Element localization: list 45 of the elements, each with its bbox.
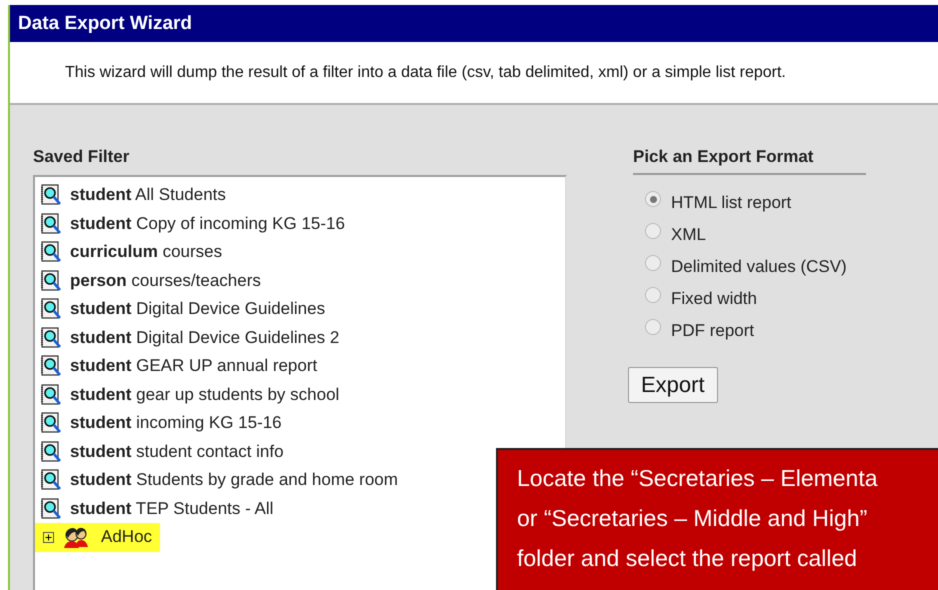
radio-button[interactable]	[645, 191, 661, 207]
folder-item[interactable]: AdHoc	[35, 523, 160, 552]
filter-item[interactable]: student Digital Device Guidelines 2	[70, 328, 340, 348]
magnifier-page-icon	[40, 184, 62, 206]
magnifier-page-icon	[40, 355, 62, 378]
magnifier-page-icon	[40, 298, 62, 320]
filter-item[interactable]: student Digital Device Guidelines	[70, 299, 326, 320]
filter-item[interactable]: student Copy of incoming KG 15-16	[70, 214, 345, 234]
magnifier-page-icon	[40, 440, 62, 463]
magnifier-page-icon	[40, 498, 62, 520]
radio-button[interactable]	[645, 287, 661, 303]
radio-button[interactable]	[645, 223, 661, 239]
callout-text: Locate the “Secretaries – Elementa	[517, 464, 879, 493]
format-option[interactable]: Delimited values (CSV)	[645, 251, 866, 283]
callout-text: or “Secretaries – Middle and High”	[517, 504, 868, 533]
magnifier-page-icon	[40, 241, 62, 264]
expander-icon[interactable]	[43, 532, 54, 543]
radio-button[interactable]	[645, 319, 661, 335]
filter-item[interactable]: student gear up students by school	[70, 384, 340, 405]
radio-button[interactable]	[645, 255, 661, 271]
filter-item[interactable]: student GEAR UP annual report	[70, 356, 318, 376]
description-text: This wizard will dump the result of a filter into a data file (csv, tab delimited, xml) or a simple list report.	[65, 64, 786, 82]
format-option[interactable]: HTML list report	[645, 187, 866, 219]
people-icon	[63, 526, 89, 548]
saved-filter-label: Saved Filter	[33, 147, 130, 167]
format-option[interactable]: PDF report	[645, 315, 866, 347]
export-format-heading: Pick an Export Format	[633, 147, 866, 175]
filter-item[interactable]: student incoming KG 15-16	[70, 413, 282, 434]
magnifier-page-icon	[40, 412, 62, 434]
magnifier-page-icon	[40, 469, 62, 492]
callout-text: folder and select the report called	[517, 544, 858, 573]
filter-item[interactable]: person courses/teachers	[70, 270, 261, 291]
filter-item[interactable]: student student contact info	[70, 442, 284, 462]
magnifier-page-icon	[40, 384, 62, 406]
format-option[interactable]: XML	[645, 219, 866, 251]
export-button[interactable]: Export	[628, 367, 718, 403]
window-title: Data Export Wizard	[10, 5, 938, 42]
filter-item[interactable]: student All Students	[70, 185, 226, 206]
magnifier-page-icon	[40, 326, 62, 349]
magnifier-page-icon	[40, 270, 62, 292]
filter-item[interactable]: student Students by grade and home room	[70, 470, 398, 490]
format-option[interactable]: Fixed width	[645, 283, 866, 315]
magnifier-page-icon	[40, 212, 62, 235]
filter-item[interactable]: curriculum courses	[70, 242, 222, 262]
filter-item[interactable]: student TEP Students - All	[70, 498, 274, 519]
